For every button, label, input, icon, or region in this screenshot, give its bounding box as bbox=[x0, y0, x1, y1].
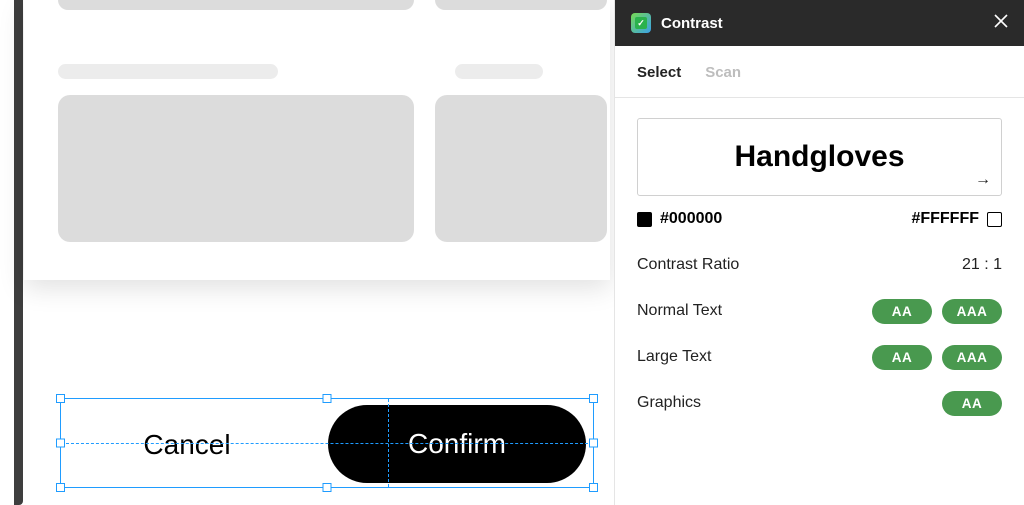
bg-color-value: #FFFFFF bbox=[911, 210, 979, 228]
large-aa-badge: AA bbox=[872, 345, 932, 370]
resize-handle-top-left[interactable] bbox=[56, 394, 65, 403]
placeholder-block bbox=[435, 0, 607, 10]
panel-title: Contrast bbox=[661, 15, 984, 32]
placeholder-card bbox=[435, 95, 607, 242]
resize-handle-bottom-mid[interactable] bbox=[323, 483, 332, 492]
ratio-value: 21 : 1 bbox=[962, 256, 1002, 274]
resize-handle-top-right[interactable] bbox=[589, 394, 598, 403]
graphics-aa-badge: AA bbox=[942, 391, 1002, 416]
row-graphics: Graphics AA bbox=[637, 380, 1002, 426]
normal-aa-badge: AA bbox=[872, 299, 932, 324]
placeholder-pill bbox=[58, 64, 278, 79]
tab-select[interactable]: Select bbox=[637, 64, 681, 81]
tabs: Select Scan bbox=[615, 46, 1024, 98]
normal-text-label: Normal Text bbox=[637, 302, 722, 320]
contrast-app-icon bbox=[631, 13, 651, 33]
graphics-label: Graphics bbox=[637, 394, 701, 412]
contrast-panel: Contrast Select Scan Handgloves → #00000… bbox=[614, 0, 1024, 505]
placeholder-card bbox=[58, 95, 414, 242]
foreground-swatch[interactable]: #000000 bbox=[637, 210, 722, 228]
resize-handle-bottom-right[interactable] bbox=[589, 483, 598, 492]
resize-handle-mid-left[interactable] bbox=[56, 439, 65, 448]
background-swatch[interactable]: #FFFFFF bbox=[911, 210, 1002, 228]
bg-swatch-icon bbox=[987, 212, 1002, 227]
fg-swatch-icon bbox=[637, 212, 652, 227]
tab-scan[interactable]: Scan bbox=[705, 64, 741, 81]
resize-handle-bottom-left[interactable] bbox=[56, 483, 65, 492]
selection-frame[interactable] bbox=[60, 398, 594, 488]
horizontal-guide bbox=[61, 443, 593, 444]
large-aaa-badge: AAA bbox=[942, 345, 1002, 370]
close-icon[interactable] bbox=[994, 14, 1008, 32]
contrast-preview[interactable]: Handgloves → bbox=[637, 118, 1002, 196]
arrow-right-icon[interactable]: → bbox=[975, 171, 991, 189]
row-normal-text: Normal Text AA AAA bbox=[637, 288, 1002, 334]
fg-color-value: #000000 bbox=[660, 210, 722, 228]
design-canvas[interactable]: Cancel Confirm bbox=[0, 0, 614, 505]
preview-text: Handgloves bbox=[734, 140, 904, 174]
placeholder-pill bbox=[455, 64, 543, 79]
normal-aaa-badge: AAA bbox=[942, 299, 1002, 324]
placeholder-block bbox=[58, 0, 414, 10]
large-text-label: Large Text bbox=[637, 348, 711, 366]
ratio-label: Contrast Ratio bbox=[637, 256, 739, 274]
phone-edge bbox=[14, 0, 23, 505]
contrast-metrics: Contrast Ratio 21 : 1 Normal Text AA AAA… bbox=[615, 232, 1024, 436]
color-swatches: #000000 #FFFFFF bbox=[615, 202, 1024, 232]
panel-header: Contrast bbox=[615, 0, 1024, 46]
row-large-text: Large Text AA AAA bbox=[637, 334, 1002, 380]
resize-handle-mid-right[interactable] bbox=[589, 439, 598, 448]
row-contrast-ratio: Contrast Ratio 21 : 1 bbox=[637, 242, 1002, 288]
resize-handle-top-mid[interactable] bbox=[323, 394, 332, 403]
